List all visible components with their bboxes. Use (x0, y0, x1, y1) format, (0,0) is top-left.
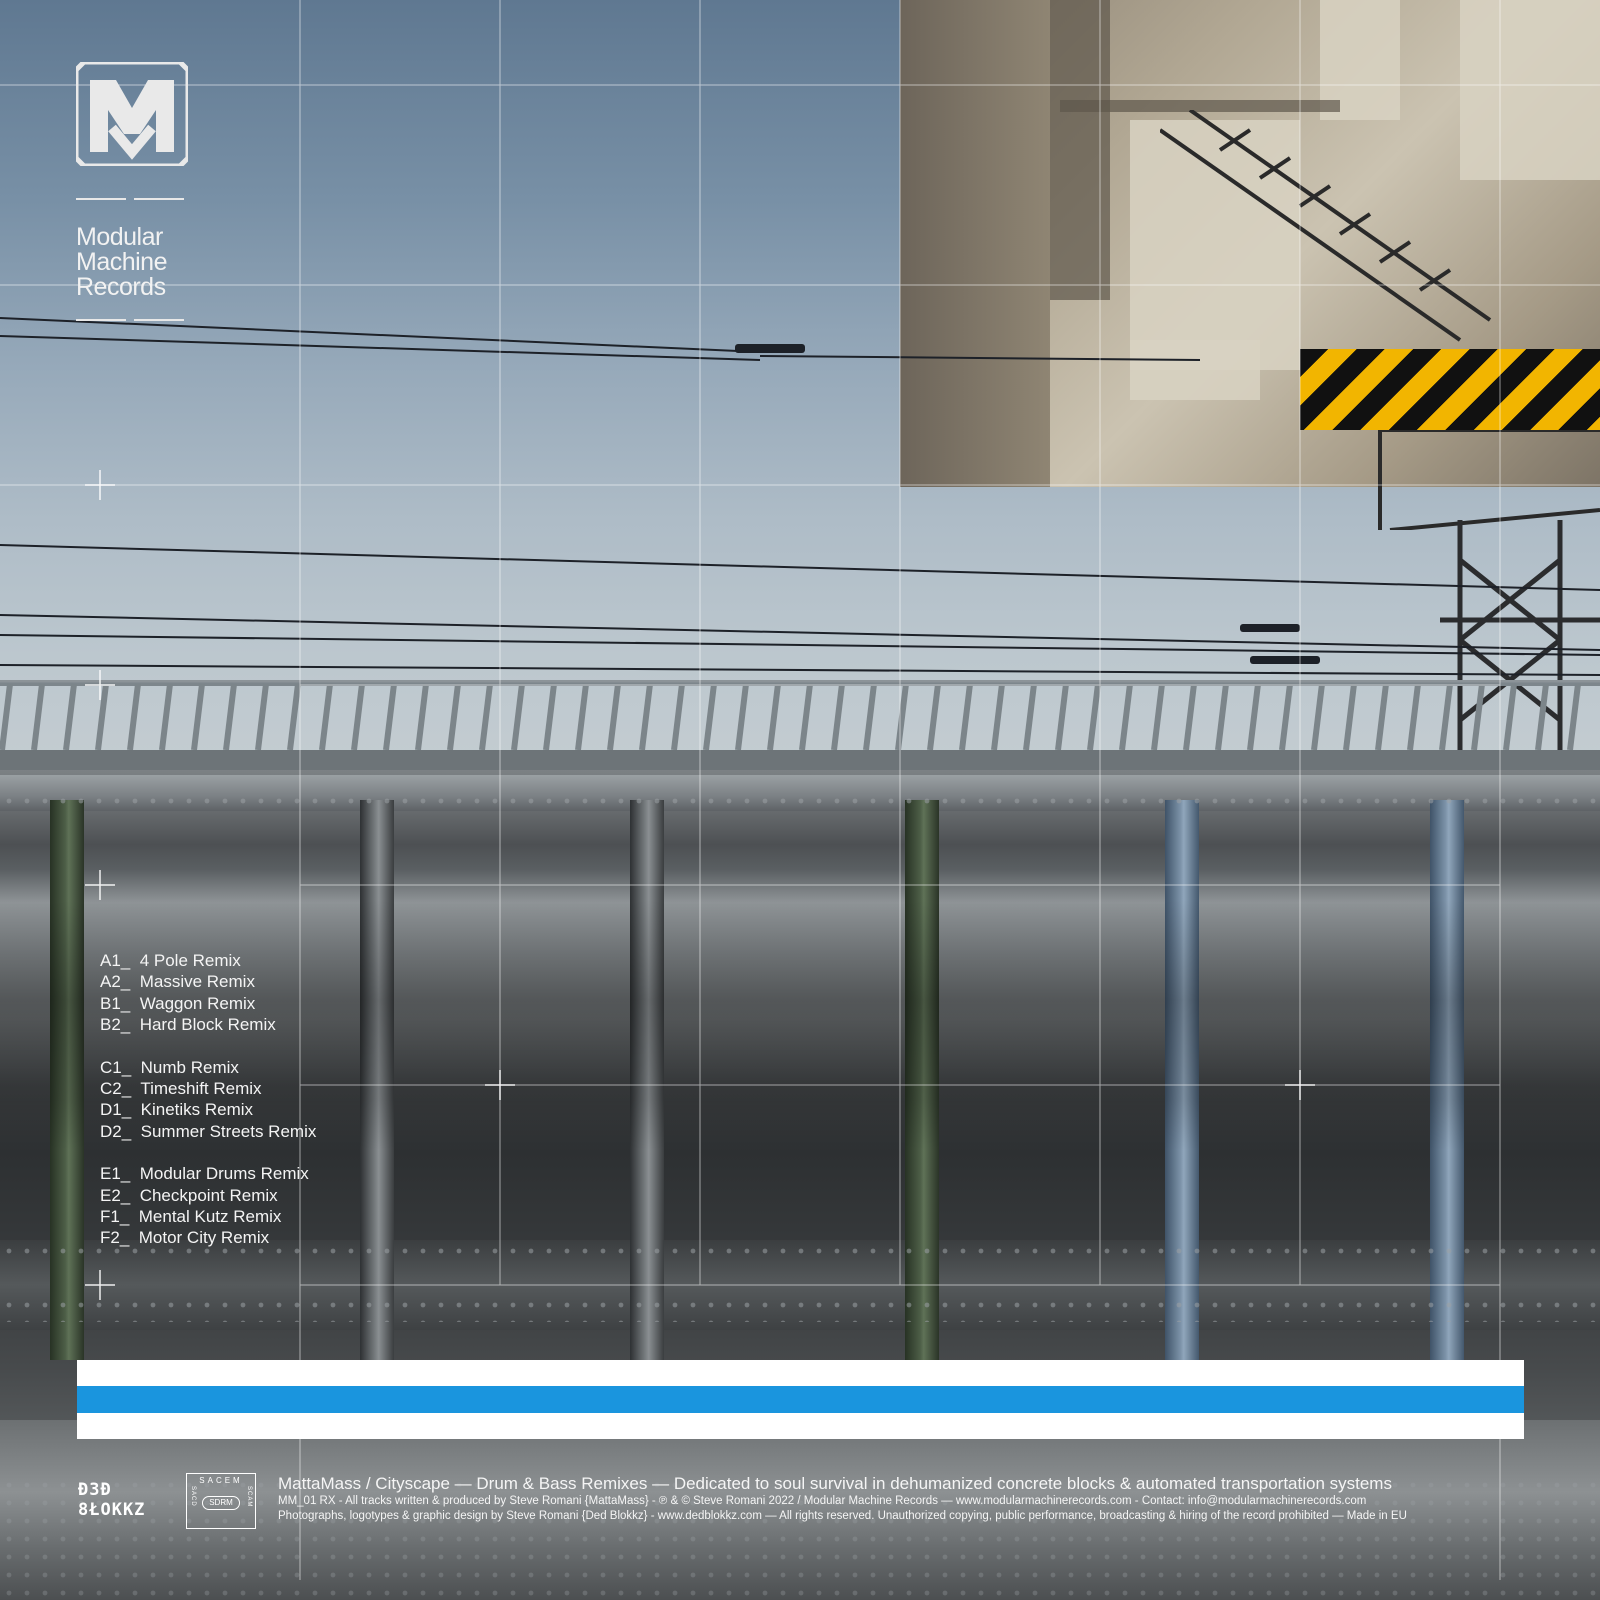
credits-line: MM_01 RX - All tracks written & produced… (278, 1495, 1367, 1507)
label-name-line: Modular (76, 223, 163, 251)
track-item: A2_ Massive Remix (100, 972, 255, 992)
mm-monogram-icon (73, 59, 191, 169)
track-item: B2_ Hard Block Remix (100, 1015, 276, 1035)
ded-blokkz-logo: Ð3Ð 8ŁOKKZ (78, 1480, 145, 1520)
track-item: B1_ Waggon Remix (100, 993, 256, 1013)
label-name-line: Records (76, 273, 166, 301)
bridge-top-flange (0, 775, 1600, 811)
sacem-badge: SACEM SDRM SACD SCAM (186, 1473, 256, 1529)
label-name: Modular Machine Records (76, 225, 188, 300)
scam-label: SCAM (246, 1486, 252, 1508)
track-item: F2_ Motor City Remix (100, 1228, 270, 1248)
hazard-stripe (1300, 349, 1600, 430)
fire-escape-stairs (1160, 110, 1600, 530)
track-item: C1_ Numb Remix (100, 1057, 239, 1077)
track-group-ef: E1_ Modular Drums Remix E2_ Checkpoint R… (100, 1163, 316, 1249)
credits-line: Photographs, logotypes & graphic design … (278, 1509, 1407, 1522)
track-item: E1_ Modular Drums Remix (100, 1164, 309, 1184)
logo-divider (76, 187, 188, 205)
tracklist: A1_ 4 Pole Remix A2_ Massive Remix B1_ W… (100, 950, 316, 1270)
label-logo: Modular Machine Records (73, 59, 191, 326)
bridge-railing (0, 680, 1600, 780)
sdrm-label: SDRM (202, 1496, 240, 1510)
track-group-ab: A1_ 4 Pole Remix A2_ Massive Remix B1_ W… (100, 950, 316, 1036)
label-name-line: Machine (76, 248, 168, 276)
track-item: E2_ Checkpoint Remix (100, 1185, 278, 1205)
sacd-label: SACD (190, 1486, 196, 1507)
stripe-band (77, 1360, 1524, 1439)
brand-line: 8ŁOKKZ (78, 1500, 146, 1520)
blue-stripe (77, 1386, 1524, 1413)
track-item: F1_ Mental Kutz Remix (100, 1207, 282, 1227)
credits: MattaMass / Cityscape — Drum & Bass Remi… (278, 1473, 1524, 1523)
credits-headline: MattaMass / Cityscape — Drum & Bass Remi… (278, 1474, 1392, 1493)
track-item: D1_ Kinetiks Remix (100, 1100, 254, 1120)
track-item: C2_ Timeshift Remix (100, 1079, 262, 1099)
track-item: D2_ Summer Streets Remix (100, 1121, 317, 1141)
brand-line: Ð3Ð (78, 1480, 112, 1500)
track-group-cd: C1_ Numb Remix C2_ Timeshift Remix D1_ K… (100, 1057, 316, 1143)
sacem-label: SACEM (199, 1476, 243, 1485)
logo-divider (76, 308, 188, 326)
track-item: A1_ 4 Pole Remix (100, 951, 241, 970)
